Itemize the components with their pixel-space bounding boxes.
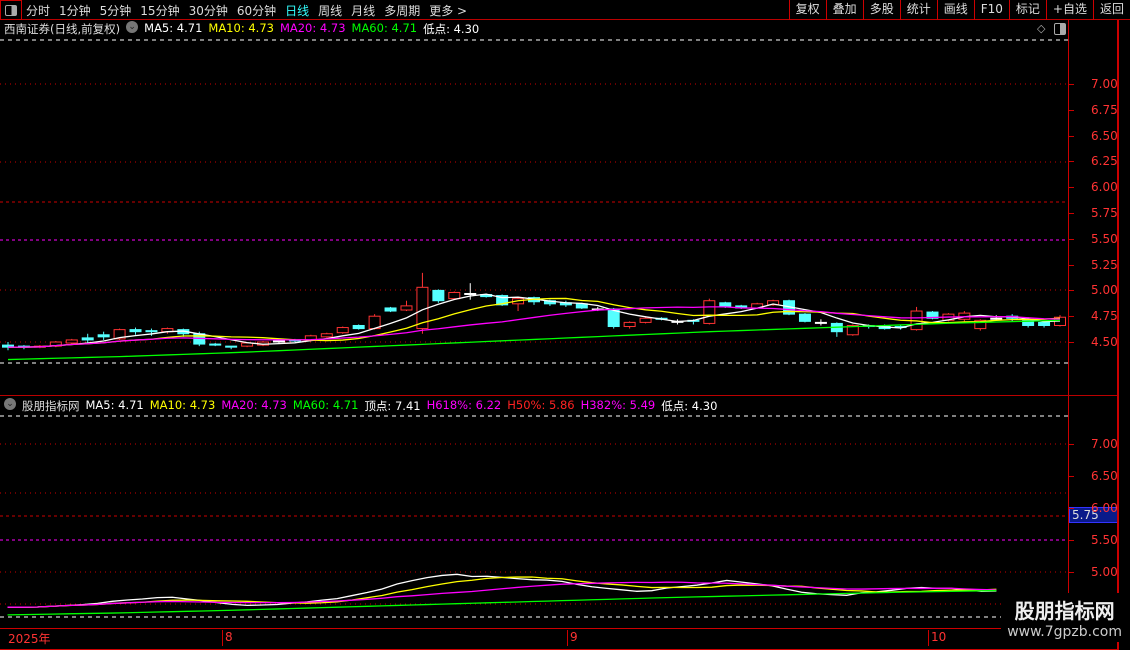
candle-body (623, 321, 636, 328)
price-tick-label: 4.75 (1091, 309, 1118, 324)
tick-mark (1069, 476, 1074, 477)
candle-body (703, 300, 716, 324)
tick-mark (1069, 290, 1074, 292)
price-tick-label: 5.50 (1091, 231, 1118, 246)
candle-body (272, 340, 285, 343)
candle-body (320, 333, 333, 338)
date-label: 8 (222, 630, 233, 646)
price-chart[interactable] (0, 0, 1068, 630)
tick-mark (1069, 508, 1074, 509)
date-label: 2025年 (8, 632, 51, 646)
candle-body (145, 330, 158, 333)
candle-body (1038, 321, 1051, 326)
candle-body (336, 327, 349, 334)
candle-body (400, 305, 413, 311)
tick-mark (1069, 572, 1074, 573)
price-tick-label: 6.25 (1091, 154, 1118, 169)
watermark-url: www.7gpzb.com (1007, 624, 1122, 640)
price-tick-label: 6.00 (1091, 180, 1118, 195)
candle-body (129, 329, 142, 333)
price-tick-label: 5.00 (1091, 565, 1118, 579)
watermark-name: 股朋指标网 (1014, 599, 1115, 623)
date-label: 9 (567, 630, 578, 646)
price-tick-label: 7.00 (1091, 77, 1118, 91)
price-tick-label: 4.50 (1091, 335, 1118, 349)
tick-mark (1069, 238, 1074, 240)
price-axis-main[interactable]: 7.00 6.75 6.50 6.25 6.00 5.75 5.50 5.25 5.00 4.75… (1068, 20, 1118, 395)
price-tick-label: 5.25 (1091, 257, 1118, 272)
date-axis[interactable]: 2025年 8 9 10 (0, 628, 1117, 650)
tick-mark (1069, 316, 1074, 318)
candle-body (209, 343, 222, 346)
watermark: 股朋指标网 www.7gpzb.com (1001, 593, 1128, 642)
tick-mark (1069, 135, 1074, 137)
price-tick-label: 5.50 (1091, 533, 1118, 547)
price-tick-label: 6.50 (1091, 128, 1118, 143)
candle-body (352, 324, 365, 330)
tick-mark (1069, 109, 1074, 111)
price-tick-label: 7.00 (1091, 437, 1118, 451)
candle-body (639, 317, 652, 323)
candle-body (798, 313, 811, 322)
candle-body (990, 317, 1003, 320)
candle-body (65, 339, 78, 344)
tick-mark (1069, 187, 1074, 189)
tick-mark (1069, 213, 1074, 214)
price-tick-label: 6.50 (1091, 469, 1118, 483)
candle-body (432, 289, 445, 302)
candle-body (97, 334, 110, 338)
candle-body (225, 345, 238, 348)
tick-mark (1069, 161, 1074, 163)
tick-mark (1069, 540, 1074, 541)
tick-mark (1069, 342, 1074, 343)
candle-body (464, 292, 477, 295)
ma60-line-sub (7, 589, 997, 616)
tick-mark (1069, 264, 1074, 266)
toolbar-action-button[interactable]: 返回 (1092, 0, 1130, 20)
price-tick-label: 5.00 (1091, 283, 1118, 298)
candle-body (81, 337, 94, 341)
tick-mark (1069, 84, 1074, 85)
candle-body (448, 291, 461, 300)
tick-mark (1069, 444, 1074, 445)
right-sidebar[interactable] (1117, 20, 1130, 650)
price-tick-label: 6.75 (1091, 102, 1118, 117)
price-tick-label: 5.75 (1091, 206, 1118, 220)
candle-body (814, 321, 827, 324)
date-label: 10 (928, 630, 946, 646)
price-tick-label: 6.00 (1091, 501, 1118, 515)
candle-body (384, 307, 397, 312)
